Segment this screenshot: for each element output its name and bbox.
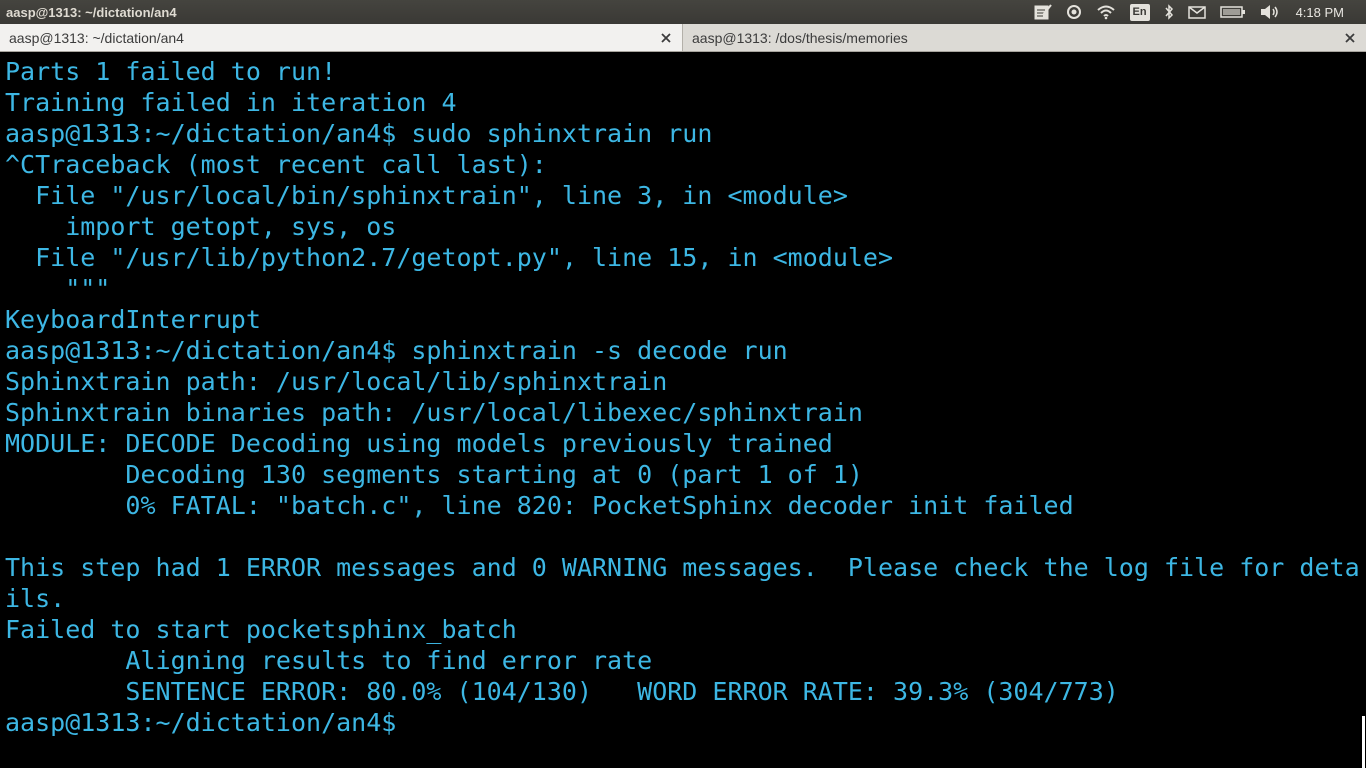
terminal-line: File "/usr/local/bin/sphinxtrain", line …	[5, 181, 848, 210]
tab-dictation-an4[interactable]: aasp@1313: ~/dictation/an4	[0, 24, 683, 51]
terminal-line: ils.	[5, 584, 66, 613]
cloud-sync-icon[interactable]	[1066, 0, 1082, 24]
keyboard-layout-icon[interactable]: En	[1129, 0, 1150, 24]
volume-icon[interactable]	[1260, 0, 1280, 24]
terminal-line: import getopt, sys, os	[5, 212, 397, 241]
terminal-line: File "/usr/lib/python2.7/getopt.py", lin…	[5, 243, 894, 272]
terminal-line: aasp@1313:~/dictation/an4$ sudo sphinxtr…	[5, 119, 713, 148]
terminal-prompt-line[interactable]: aasp@1313:~/dictation/an4$	[5, 707, 1366, 738]
terminal-line: 0% FATAL: "batch.c", line 820: PocketSph…	[5, 491, 1074, 520]
terminal-line: ^CTraceback (most recent call last):	[5, 150, 547, 179]
tab-bar: aasp@1313: ~/dictation/an4 aasp@1313: /d…	[0, 24, 1366, 52]
mail-icon[interactable]	[1187, 0, 1206, 24]
tab-label: aasp@1313: /dos/thesis/memories	[692, 29, 908, 46]
terminal-line: Parts 1 failed to run!	[5, 57, 337, 86]
close-icon[interactable]	[656, 28, 676, 48]
terminal-line: aasp@1313:~/dictation/an4$ sphinxtrain -…	[5, 336, 788, 365]
keyboard-layout-label: En	[1129, 3, 1150, 21]
terminal-line: Aligning results to find error rate	[5, 646, 653, 675]
terminal-line: KeyboardInterrupt	[5, 305, 261, 334]
scrollbar[interactable]	[1362, 716, 1365, 768]
terminal-cursor	[411, 711, 426, 738]
desktop-screen: aasp@1313: ~/dictation/an4 En 4:18 PM aa…	[0, 0, 1366, 768]
indicator-area: En 4:18 PM	[1020, 0, 1366, 24]
wifi-icon[interactable]	[1096, 0, 1116, 24]
terminal-prompt: aasp@1313:~/dictation/an4$	[5, 708, 412, 737]
terminal-line: This step had 1 ERROR messages and 0 WAR…	[5, 553, 1360, 582]
terminal-line: SENTENCE ERROR: 80.0% (104/130) WORD ERR…	[5, 677, 1119, 706]
clock[interactable]: 4:18 PM	[1296, 0, 1344, 24]
terminal-line: Training failed in iteration 4	[5, 88, 457, 117]
tab-label: aasp@1313: ~/dictation/an4	[9, 29, 184, 46]
terminal-line: Decoding 130 segments starting at 0 (par…	[5, 460, 863, 489]
terminal-output[interactable]: Parts 1 failed to run! Training failed i…	[0, 52, 1366, 768]
top-panel: aasp@1313: ~/dictation/an4 En 4:18 PM	[0, 0, 1366, 24]
terminal-line: MODULE: DECODE Decoding using models pre…	[5, 429, 833, 458]
battery-icon[interactable]	[1219, 0, 1246, 24]
terminal-line: Sphinxtrain binaries path: /usr/local/li…	[5, 398, 863, 427]
terminal-line: Failed to start pocketsphinx_batch	[5, 615, 517, 644]
terminal-line: """	[5, 274, 111, 303]
tab-thesis-memories[interactable]: aasp@1313: /dos/thesis/memories	[683, 24, 1366, 51]
bluetooth-icon[interactable]	[1164, 0, 1174, 24]
terminal-line: Sphinxtrain path: /usr/local/lib/sphinxt…	[5, 367, 668, 396]
notes-icon[interactable]	[1034, 0, 1052, 24]
close-icon[interactable]	[1340, 28, 1360, 48]
window-title: aasp@1313: ~/dictation/an4	[6, 4, 177, 20]
